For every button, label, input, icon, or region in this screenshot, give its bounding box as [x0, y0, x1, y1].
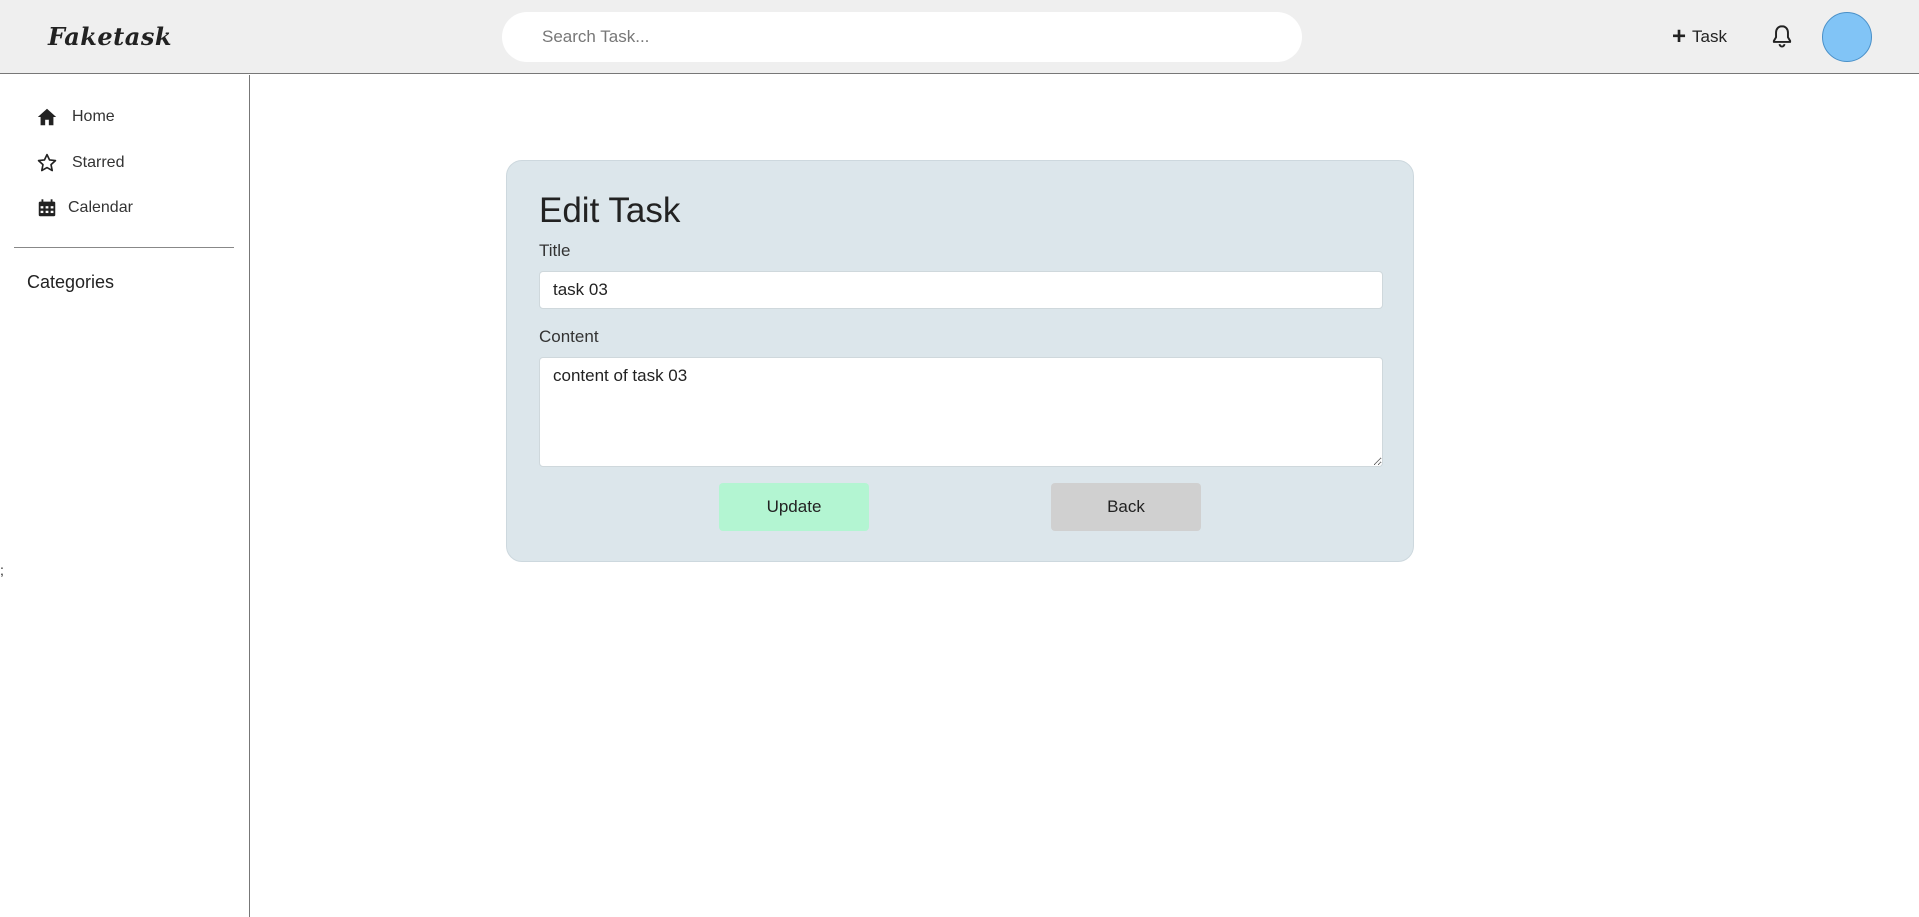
update-button[interactable]: Update — [719, 483, 869, 531]
app-logo[interactable]: Faketask — [48, 22, 172, 51]
calendar-icon — [38, 199, 56, 217]
add-task-label: Task — [1692, 27, 1727, 46]
content-field[interactable]: content of task 03 — [539, 357, 1383, 467]
stray-text: ; — [0, 562, 4, 578]
page-title: Edit Task — [539, 191, 681, 230]
avatar[interactable] — [1822, 12, 1872, 62]
content-label: Content — [539, 327, 599, 346]
add-task-button[interactable]: + Task — [1672, 23, 1727, 51]
top-bar: Faketask + Task — [0, 0, 1919, 74]
title-label: Title — [539, 241, 571, 260]
star-icon — [37, 153, 57, 172]
home-icon — [37, 108, 57, 126]
sidebar-item-calendar[interactable]: Calendar — [36, 193, 133, 223]
sidebar: Home Starred Calendar Categories ; — [0, 75, 250, 917]
plus-icon: + — [1672, 23, 1687, 50]
edit-task-card: Edit Task Title Content content of task … — [506, 160, 1414, 562]
search-input[interactable] — [502, 12, 1302, 62]
sidebar-item-starred[interactable]: Starred — [36, 148, 124, 178]
back-button[interactable]: Back — [1051, 483, 1201, 531]
categories-heading: Categories — [27, 272, 115, 292]
bell-icon[interactable] — [1769, 22, 1795, 50]
title-field[interactable] — [539, 271, 1383, 309]
sidebar-item-label: Home — [72, 108, 115, 125]
sidebar-divider — [14, 247, 234, 248]
sidebar-item-label: Calendar — [68, 199, 133, 216]
sidebar-item-label: Starred — [72, 154, 125, 171]
sidebar-item-home[interactable]: Home — [36, 102, 115, 132]
